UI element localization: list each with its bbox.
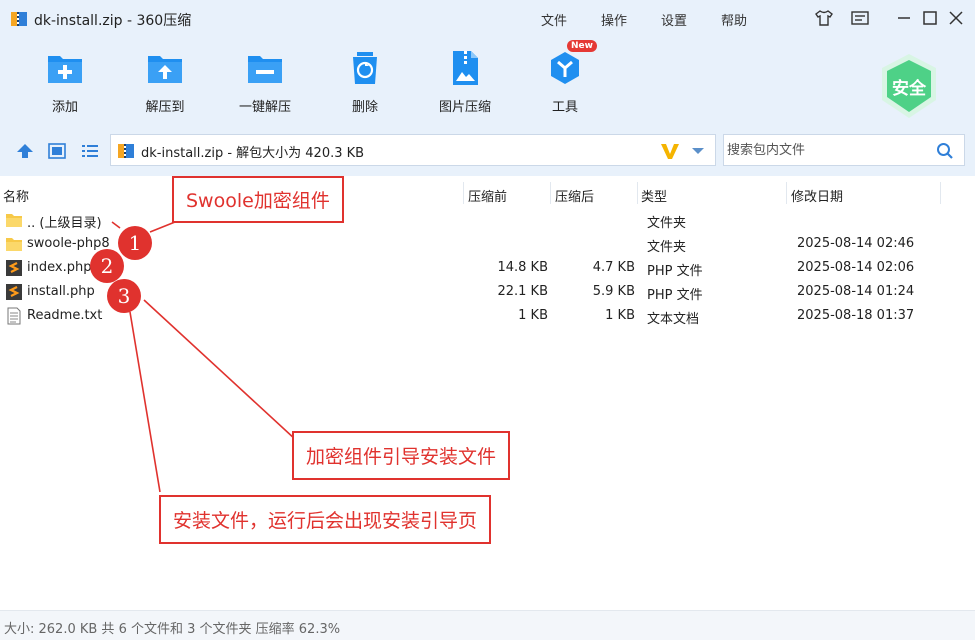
toolbar: 添加 解压到 一键解压 删除 图片压缩 New 工具 安全 <box>0 36 975 126</box>
modified-date: 2025-08-14 01:24 <box>797 284 915 299</box>
safe-label: 安全 <box>892 79 926 99</box>
delete-icon <box>353 52 377 84</box>
list-view-icon[interactable] <box>80 142 100 160</box>
column-divider[interactable] <box>463 182 464 204</box>
column-divider[interactable] <box>637 182 638 204</box>
file-type: 文件夹 <box>647 216 687 231</box>
file-name: swoole-php8 <box>27 236 110 251</box>
col-name[interactable]: 名称 <box>3 186 29 205</box>
col-modified[interactable]: 修改日期 <box>791 186 843 205</box>
archive-window: dk-install.zip - 360压缩 文件 操作 设置 帮助 添加 解压… <box>0 0 975 640</box>
file-name: .. (上级目录) <box>27 216 102 231</box>
one-click-extract-label: 一键解压 <box>238 100 291 115</box>
image-compress-icon <box>453 51 478 85</box>
file-type: PHP 文件 <box>647 288 703 303</box>
skin-shirt-icon[interactable] <box>814 8 834 28</box>
column-divider[interactable] <box>940 182 941 204</box>
tools-button[interactable]: New 工具 <box>525 40 605 115</box>
delete-label: 删除 <box>351 100 378 115</box>
chevron-down-icon[interactable] <box>691 146 705 156</box>
callout-loader: 加密组件引导安装文件 <box>292 431 511 480</box>
menu-operate[interactable]: 操作 <box>601 10 627 29</box>
list-item[interactable]: index.php 14.8 KB 4.7 KB PHP 文件 2025-08-… <box>0 256 975 280</box>
php-file-icon <box>6 260 22 276</box>
new-badge: New <box>567 40 597 52</box>
compressed-size: 5.9 KB <box>592 284 635 299</box>
packed-size: 22.1 KB <box>497 284 548 299</box>
folder-icon <box>6 214 22 227</box>
up-arrow-icon[interactable] <box>15 142 35 160</box>
list-item[interactable]: .. (上级目录) 文件夹 <box>0 208 975 232</box>
extract-to-label: 解压到 <box>145 100 185 115</box>
column-divider[interactable] <box>786 182 787 204</box>
vip-v-icon[interactable] <box>659 141 681 161</box>
address-row: dk-install.zip - 解包大小为 420.3 KB <box>0 126 975 176</box>
menu-settings[interactable]: 设置 <box>661 10 687 29</box>
list-header: 名称 压缩前 压缩后 类型 修改日期 <box>0 180 975 208</box>
status-text: 大小: 262.0 KB 共 6 个文件和 3 个文件夹 压缩率 62.3% <box>4 622 341 637</box>
file-type: PHP 文件 <box>647 264 703 279</box>
packed-size: 14.8 KB <box>497 260 548 275</box>
maximize-icon[interactable] <box>920 8 940 28</box>
menu-file[interactable]: 文件 <box>541 10 567 29</box>
file-name: install.php <box>27 284 95 299</box>
status-bar: 大小: 262.0 KB 共 6 个文件和 3 个文件夹 压缩率 62.3% <box>0 610 975 640</box>
archive-path: dk-install.zip - 解包大小为 420.3 KB <box>141 146 365 161</box>
text-file-icon <box>7 307 21 325</box>
file-type: 文件夹 <box>647 240 687 255</box>
address-bar[interactable]: dk-install.zip - 解包大小为 420.3 KB <box>110 134 716 166</box>
list-item[interactable]: install.php 22.1 KB 5.9 KB PHP 文件 2025-0… <box>0 280 975 304</box>
one-click-extract-button[interactable]: 一键解压 <box>225 48 305 115</box>
compressed-size: 4.7 KB <box>592 260 635 275</box>
col-type[interactable]: 类型 <box>641 186 667 205</box>
list-item[interactable]: Readme.txt 1 KB 1 KB 文本文档 2025-08-18 01:… <box>0 304 975 328</box>
add-label: 添加 <box>51 100 78 115</box>
menu-help[interactable]: 帮助 <box>721 10 747 29</box>
zip-app-icon <box>11 12 27 26</box>
one-click-extract-icon <box>248 56 282 83</box>
packed-size: 1 KB <box>518 308 548 323</box>
marker-1: 1 <box>118 226 152 260</box>
feedback-icon[interactable] <box>850 8 870 28</box>
add-button[interactable]: 添加 <box>25 48 105 115</box>
folder-icon <box>6 238 22 251</box>
extract-to-button[interactable]: 解压到 <box>125 48 205 115</box>
image-compress-button[interactable]: 图片压缩 <box>425 48 505 115</box>
security-shield[interactable]: 安全 <box>876 50 942 122</box>
callout-installer: 安装文件，运行后会出现安装引导页 <box>159 495 492 544</box>
php-file-icon <box>6 284 22 300</box>
zip-file-icon <box>118 144 134 158</box>
search-icon[interactable] <box>936 142 954 160</box>
file-name: Readme.txt <box>27 308 103 323</box>
add-archive-icon <box>48 56 82 83</box>
marker-2: 2 <box>90 249 124 283</box>
modified-date: 2025-08-14 02:46 <box>797 236 915 251</box>
annotation-leader <box>129 311 161 493</box>
file-type: 文本文档 <box>647 312 700 327</box>
close-icon[interactable] <box>946 8 966 28</box>
search-box <box>723 134 965 166</box>
marker-3: 3 <box>107 279 141 313</box>
image-compress-label: 图片压缩 <box>438 100 491 115</box>
compressed-size: 1 KB <box>605 308 635 323</box>
title-bar: dk-install.zip - 360压缩 文件 操作 设置 帮助 <box>0 0 975 36</box>
col-packed[interactable]: 压缩前 <box>468 186 507 205</box>
minimize-icon[interactable] <box>894 8 914 28</box>
column-divider[interactable] <box>550 182 551 204</box>
window-title: dk-install.zip - 360压缩 <box>34 13 192 29</box>
delete-button[interactable]: 删除 <box>325 48 405 115</box>
col-size[interactable]: 压缩后 <box>555 186 594 205</box>
thumbnail-view-icon[interactable] <box>47 142 67 160</box>
modified-date: 2025-08-18 01:37 <box>797 308 915 323</box>
extract-to-icon <box>148 56 182 83</box>
modified-date: 2025-08-14 02:06 <box>797 260 915 275</box>
file-name: index.php <box>27 260 92 275</box>
tools-icon <box>551 52 579 84</box>
callout-swoole: Swoole加密组件 <box>172 176 344 223</box>
tools-label: 工具 <box>551 100 578 115</box>
search-input[interactable] <box>725 136 925 164</box>
